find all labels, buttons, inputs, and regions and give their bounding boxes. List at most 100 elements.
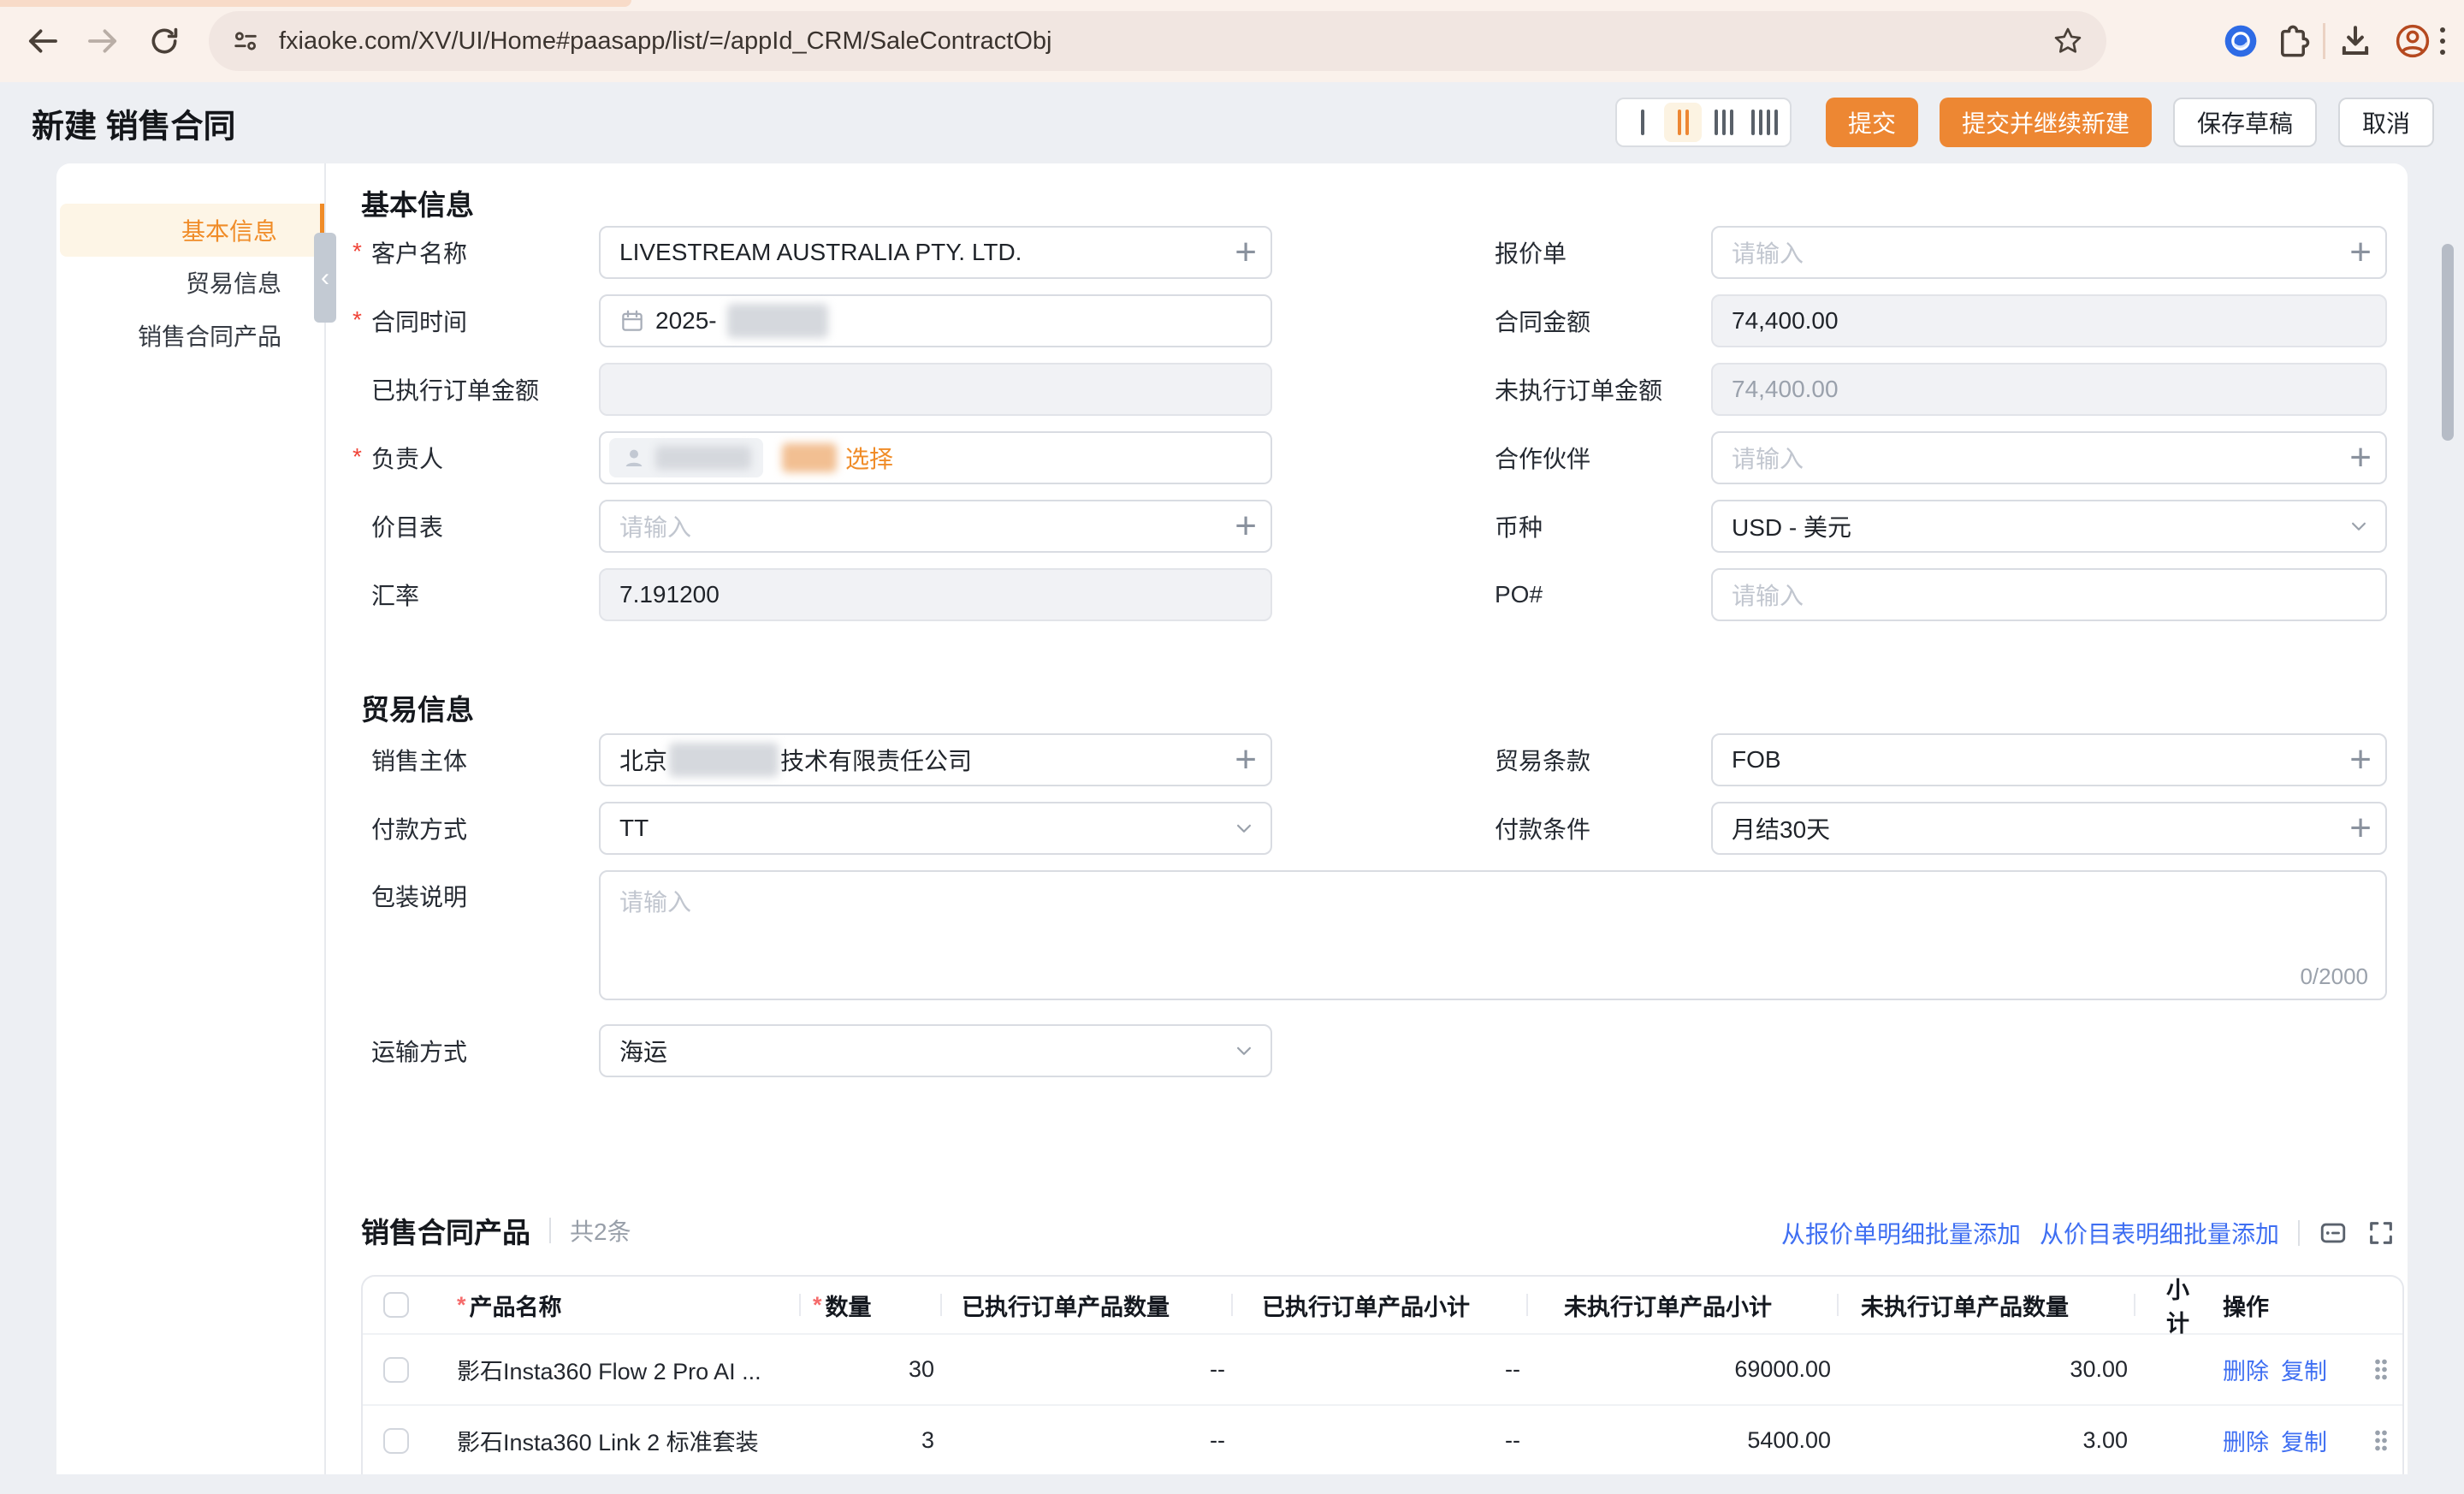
payment-terms-input[interactable]: 月结30天 + [1711, 802, 2387, 855]
drag-handle-icon[interactable] [2374, 1358, 2388, 1381]
drag-handle-icon[interactable] [2374, 1429, 2388, 1452]
shipping-method-label: 运输方式 [352, 1034, 599, 1068]
shipping-method-select[interactable]: 海运 [599, 1024, 1272, 1077]
table-header-row: *产品名称 *数量 已执行订单产品数量 已执行订单产品小计 未执行订单产品小计 … [363, 1277, 2402, 1333]
redacted-action [782, 443, 837, 472]
fullscreen-icon[interactable] [2366, 1218, 2396, 1248]
sidebar-divider [324, 163, 326, 1474]
product-name-cell[interactable]: 影石Insta360 Link 2 标准套装 [438, 1406, 799, 1474]
packing-note-textarea[interactable]: 请输入 0/2000 [599, 870, 2387, 1000]
copy-row-link[interactable]: 复制 [2281, 1353, 2327, 1386]
unexecuted-amount-input: 74,400.00 [1711, 363, 2387, 416]
quote-input[interactable]: 请输入 + [1711, 226, 2387, 279]
partner-input[interactable]: 请输入 + [1711, 431, 2387, 484]
extension-badge-icon[interactable] [2222, 22, 2260, 60]
contract-date-input[interactable]: 2025- [599, 294, 1272, 347]
calendar-icon [619, 308, 645, 334]
url-text[interactable]: fxiaoke.com/XV/UI/Home#paasapp/list/=/ap… [279, 27, 2052, 56]
layout-option-2col[interactable] [1664, 103, 1702, 142]
owner-select-link[interactable]: 选择 [845, 441, 893, 475]
downloads-icon[interactable] [2337, 23, 2373, 59]
layout-option-3col[interactable] [1705, 103, 1743, 142]
title-divider [549, 1218, 551, 1243]
save-draft-button[interactable]: 保存草稿 [2173, 98, 2317, 147]
sidebar-item-trade-info[interactable]: 贸易信息 [60, 256, 324, 309]
plus-icon[interactable]: + [2349, 809, 2372, 847]
bookmark-star-icon[interactable] [2052, 25, 2084, 57]
select-all-checkbox[interactable] [383, 1292, 409, 1318]
row-checkbox[interactable] [383, 1428, 409, 1454]
owner-chip [609, 438, 763, 477]
avatar-icon [621, 445, 647, 471]
extensions-puzzle-icon[interactable] [2275, 23, 2311, 59]
po-label: PO# [1476, 581, 1711, 608]
cancel-button[interactable]: 取消 [2338, 98, 2434, 147]
chevron-down-icon [1231, 815, 1257, 841]
back-icon[interactable] [24, 22, 62, 60]
copy-row-link[interactable]: 复制 [2281, 1424, 2327, 1457]
currency-label: 币种 [1476, 509, 1711, 543]
site-settings-icon[interactable] [231, 27, 260, 56]
plus-icon[interactable]: + [2349, 439, 2372, 477]
col-subtotal: 小计 [2134, 1277, 2211, 1333]
sidebar-item-contract-products[interactable]: 销售合同产品 [60, 309, 324, 362]
currency-select[interactable]: USD - 美元 [1711, 500, 2387, 553]
owner-input[interactable]: 选择 [599, 431, 1272, 484]
chevron-down-icon [1231, 1038, 1257, 1064]
layout-option-1col[interactable] [1624, 103, 1661, 142]
forward-icon[interactable] [84, 22, 121, 60]
table-row: 影石Insta360 Link 2 标准套装 3 -- -- 5400.00 3… [363, 1404, 2402, 1474]
batch-add-from-pricelist-link[interactable]: 从价目表明细批量添加 [2040, 1216, 2279, 1250]
customer-input[interactable]: LIVESTREAM AUSTRALIA PTY. LTD. + [599, 226, 1272, 279]
redacted-entity [669, 743, 779, 777]
reload-icon[interactable] [145, 22, 183, 60]
trade-terms-input[interactable]: FOB + [1711, 733, 2387, 786]
submit-and-new-button[interactable]: 提交并继续新建 [1940, 98, 2152, 147]
form-card: 基本信息 贸易信息 销售合同产品 ‹ 基本信息 *客户名称 LIVESTREAM… [56, 163, 2408, 1474]
char-counter: 0/2000 [2300, 963, 2368, 990]
section-title-products: 销售合同产品 [361, 1210, 530, 1251]
card-view-icon[interactable] [2319, 1218, 2348, 1248]
executed-amount-input [599, 363, 1272, 416]
url-bar[interactable]: fxiaoke.com/XV/UI/Home#paasapp/list/=/ap… [209, 11, 2106, 71]
payment-terms-label: 付款条件 [1476, 811, 1711, 845]
delete-row-link[interactable]: 删除 [2223, 1353, 2269, 1386]
exchange-rate-label: 汇率 [352, 578, 599, 612]
contract-amount-label: 合同金额 [1476, 304, 1711, 338]
page-title: 新建 销售合同 [32, 99, 236, 146]
col-executed-subtotal: 已执行订单产品小计 [1231, 1277, 1526, 1333]
plus-icon[interactable]: + [1235, 741, 1257, 779]
column-layout-switcher [1615, 98, 1792, 147]
partner-label: 合作伙伴 [1476, 441, 1711, 475]
sales-entity-input[interactable]: 北京 技术有限责任公司 + [599, 733, 1272, 786]
batch-add-from-quote-link[interactable]: 从报价单明细批量添加 [1781, 1216, 2021, 1250]
plus-icon[interactable]: + [2349, 741, 2372, 779]
submit-button[interactable]: 提交 [1826, 98, 1918, 147]
product-name-cell[interactable]: 影石Insta360 Flow 2 Pro AI ... [438, 1335, 799, 1404]
links-divider [2298, 1220, 2300, 1246]
price-list-input[interactable]: 请输入 + [599, 500, 1272, 553]
col-executed-qty: 已执行订单产品数量 [940, 1277, 1231, 1333]
plus-icon[interactable]: + [1235, 234, 1257, 271]
payment-method-select[interactable]: TT [599, 802, 1272, 855]
screen: fxiaoke.com/XV/UI/Home#paasapp/list/=/ap… [0, 0, 2464, 1494]
layout-option-4col[interactable] [1745, 103, 1783, 142]
sales-entity-label: 销售主体 [352, 743, 599, 777]
sidebar-item-basic-info[interactable]: 基本信息 [60, 204, 324, 257]
quote-label: 报价单 [1476, 235, 1711, 270]
customer-label: *客户名称 [352, 235, 599, 270]
active-tab-edge [0, 0, 631, 7]
row-checkbox[interactable] [383, 1357, 409, 1383]
profile-icon[interactable] [2394, 22, 2431, 60]
scrollbar-thumb[interactable] [2442, 244, 2454, 441]
plus-icon[interactable]: + [2349, 234, 2372, 271]
sidebar-collapse-handle[interactable]: ‹ [314, 233, 336, 323]
products-table: *产品名称 *数量 已执行订单产品数量 已执行订单产品小计 未执行订单产品小计 … [361, 1275, 2404, 1474]
po-input[interactable]: 请输入 [1711, 568, 2387, 621]
browser-menu-icon[interactable] [2431, 27, 2454, 55]
plus-icon[interactable]: + [1235, 507, 1257, 545]
redacted-date [727, 304, 828, 338]
unexecuted-amount-label: 未执行订单金额 [1476, 372, 1711, 406]
delete-row-link[interactable]: 删除 [2223, 1424, 2269, 1457]
payment-method-label: 付款方式 [352, 811, 599, 845]
